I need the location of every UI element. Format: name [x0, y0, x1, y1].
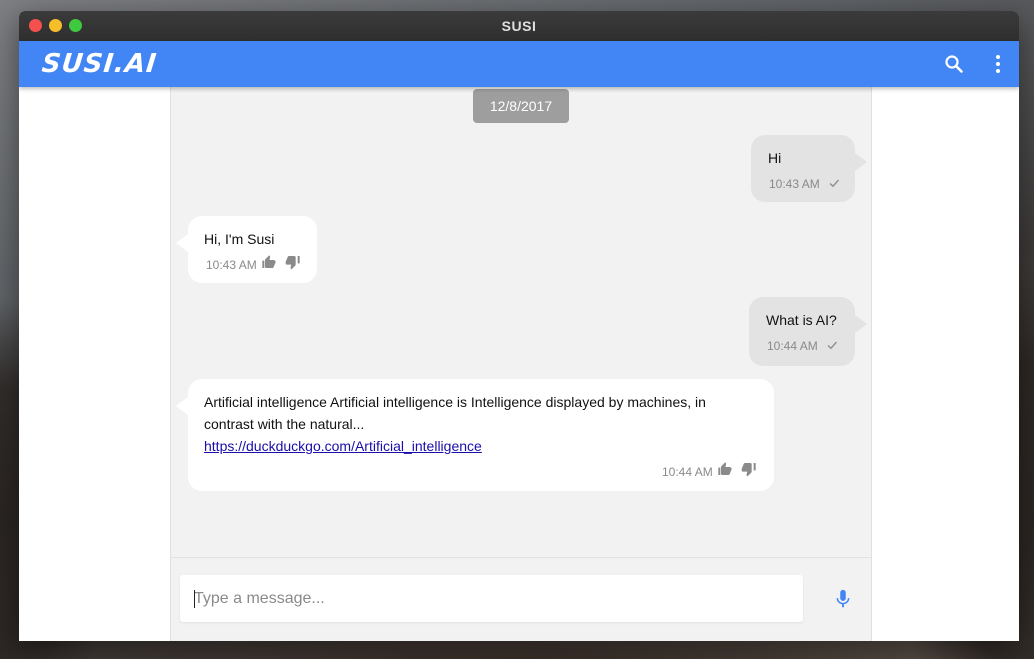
message-bubble-susi: Artificial intelligence Artificial intel…: [176, 379, 774, 491]
search-button[interactable]: [942, 52, 966, 76]
message-composer: [170, 557, 872, 641]
app-bar: SUSI.AI: [19, 41, 1019, 87]
message-time: 10:43 AM: [769, 177, 820, 191]
message-time: 10:44 AM: [662, 465, 713, 479]
thumbs-down-icon[interactable]: [285, 254, 301, 270]
message-text: Hi, I'm Susi: [204, 231, 275, 247]
mic-icon: [836, 589, 850, 608]
more-options-button[interactable]: [986, 52, 1010, 76]
message-text: Hi: [768, 150, 782, 166]
message-bubble-susi: Hi, I'm Susi 10:43 AM: [176, 216, 317, 283]
thumbs-up-icon[interactable]: [717, 461, 733, 477]
message-text: Artificial intelligence Artificial intel…: [204, 394, 706, 432]
message-text: What is AI?: [766, 312, 837, 328]
maximize-window-button[interactable]: [69, 19, 82, 32]
message-bubble-user: What is AI? 10:44 AM: [749, 297, 867, 366]
text-cursor: [194, 590, 195, 608]
check-icon: [827, 341, 838, 350]
search-icon: [945, 55, 963, 73]
date-separator: 12/8/2017: [473, 89, 569, 123]
left-margin: [19, 87, 170, 641]
message-input[interactable]: [180, 575, 803, 622]
right-margin: [872, 87, 1019, 641]
check-icon: [829, 179, 840, 188]
answer-link[interactable]: https://duckduckgo.com/Artificial_intell…: [204, 435, 482, 457]
more-vert-icon: [996, 55, 1000, 73]
window-title: SUSI: [501, 18, 537, 34]
app-window: SUSI SUSI.AI 12/8/2017 Hi 10:43 AM Hi, I…: [19, 11, 1019, 641]
minimize-window-button[interactable]: [49, 19, 62, 32]
message-time: 10:44 AM: [767, 339, 818, 353]
title-bar: SUSI: [19, 11, 1019, 41]
message-bubble-user: Hi 10:43 AM: [751, 135, 867, 202]
voice-input-button[interactable]: [832, 588, 854, 610]
message-time: 10:43 AM: [206, 258, 257, 272]
thumbs-down-icon[interactable]: [741, 461, 757, 477]
thumbs-up-icon[interactable]: [261, 254, 277, 270]
close-window-button[interactable]: [29, 19, 42, 32]
susi-logo[interactable]: SUSI.AI: [40, 49, 158, 79]
